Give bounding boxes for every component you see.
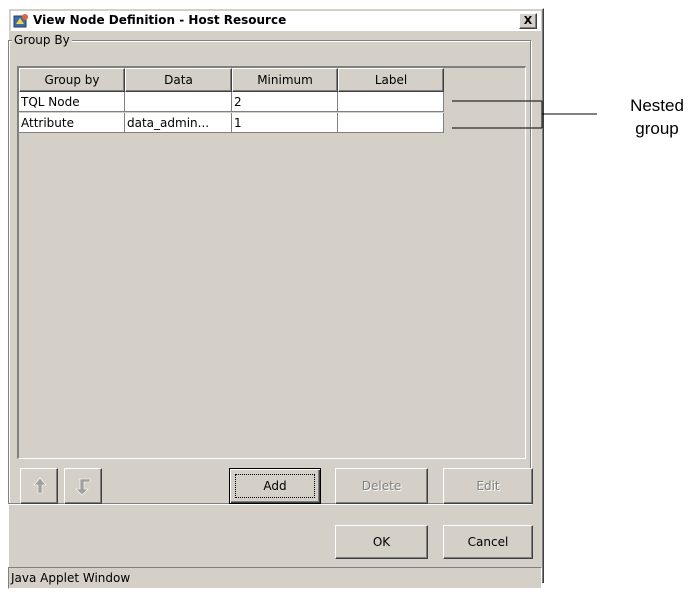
nested-group-annotation: Nested group [620,94,694,140]
annotation-bracket [452,100,597,129]
annotation-line-1: Nested [630,96,684,115]
annotation-line-2: group [635,119,679,138]
